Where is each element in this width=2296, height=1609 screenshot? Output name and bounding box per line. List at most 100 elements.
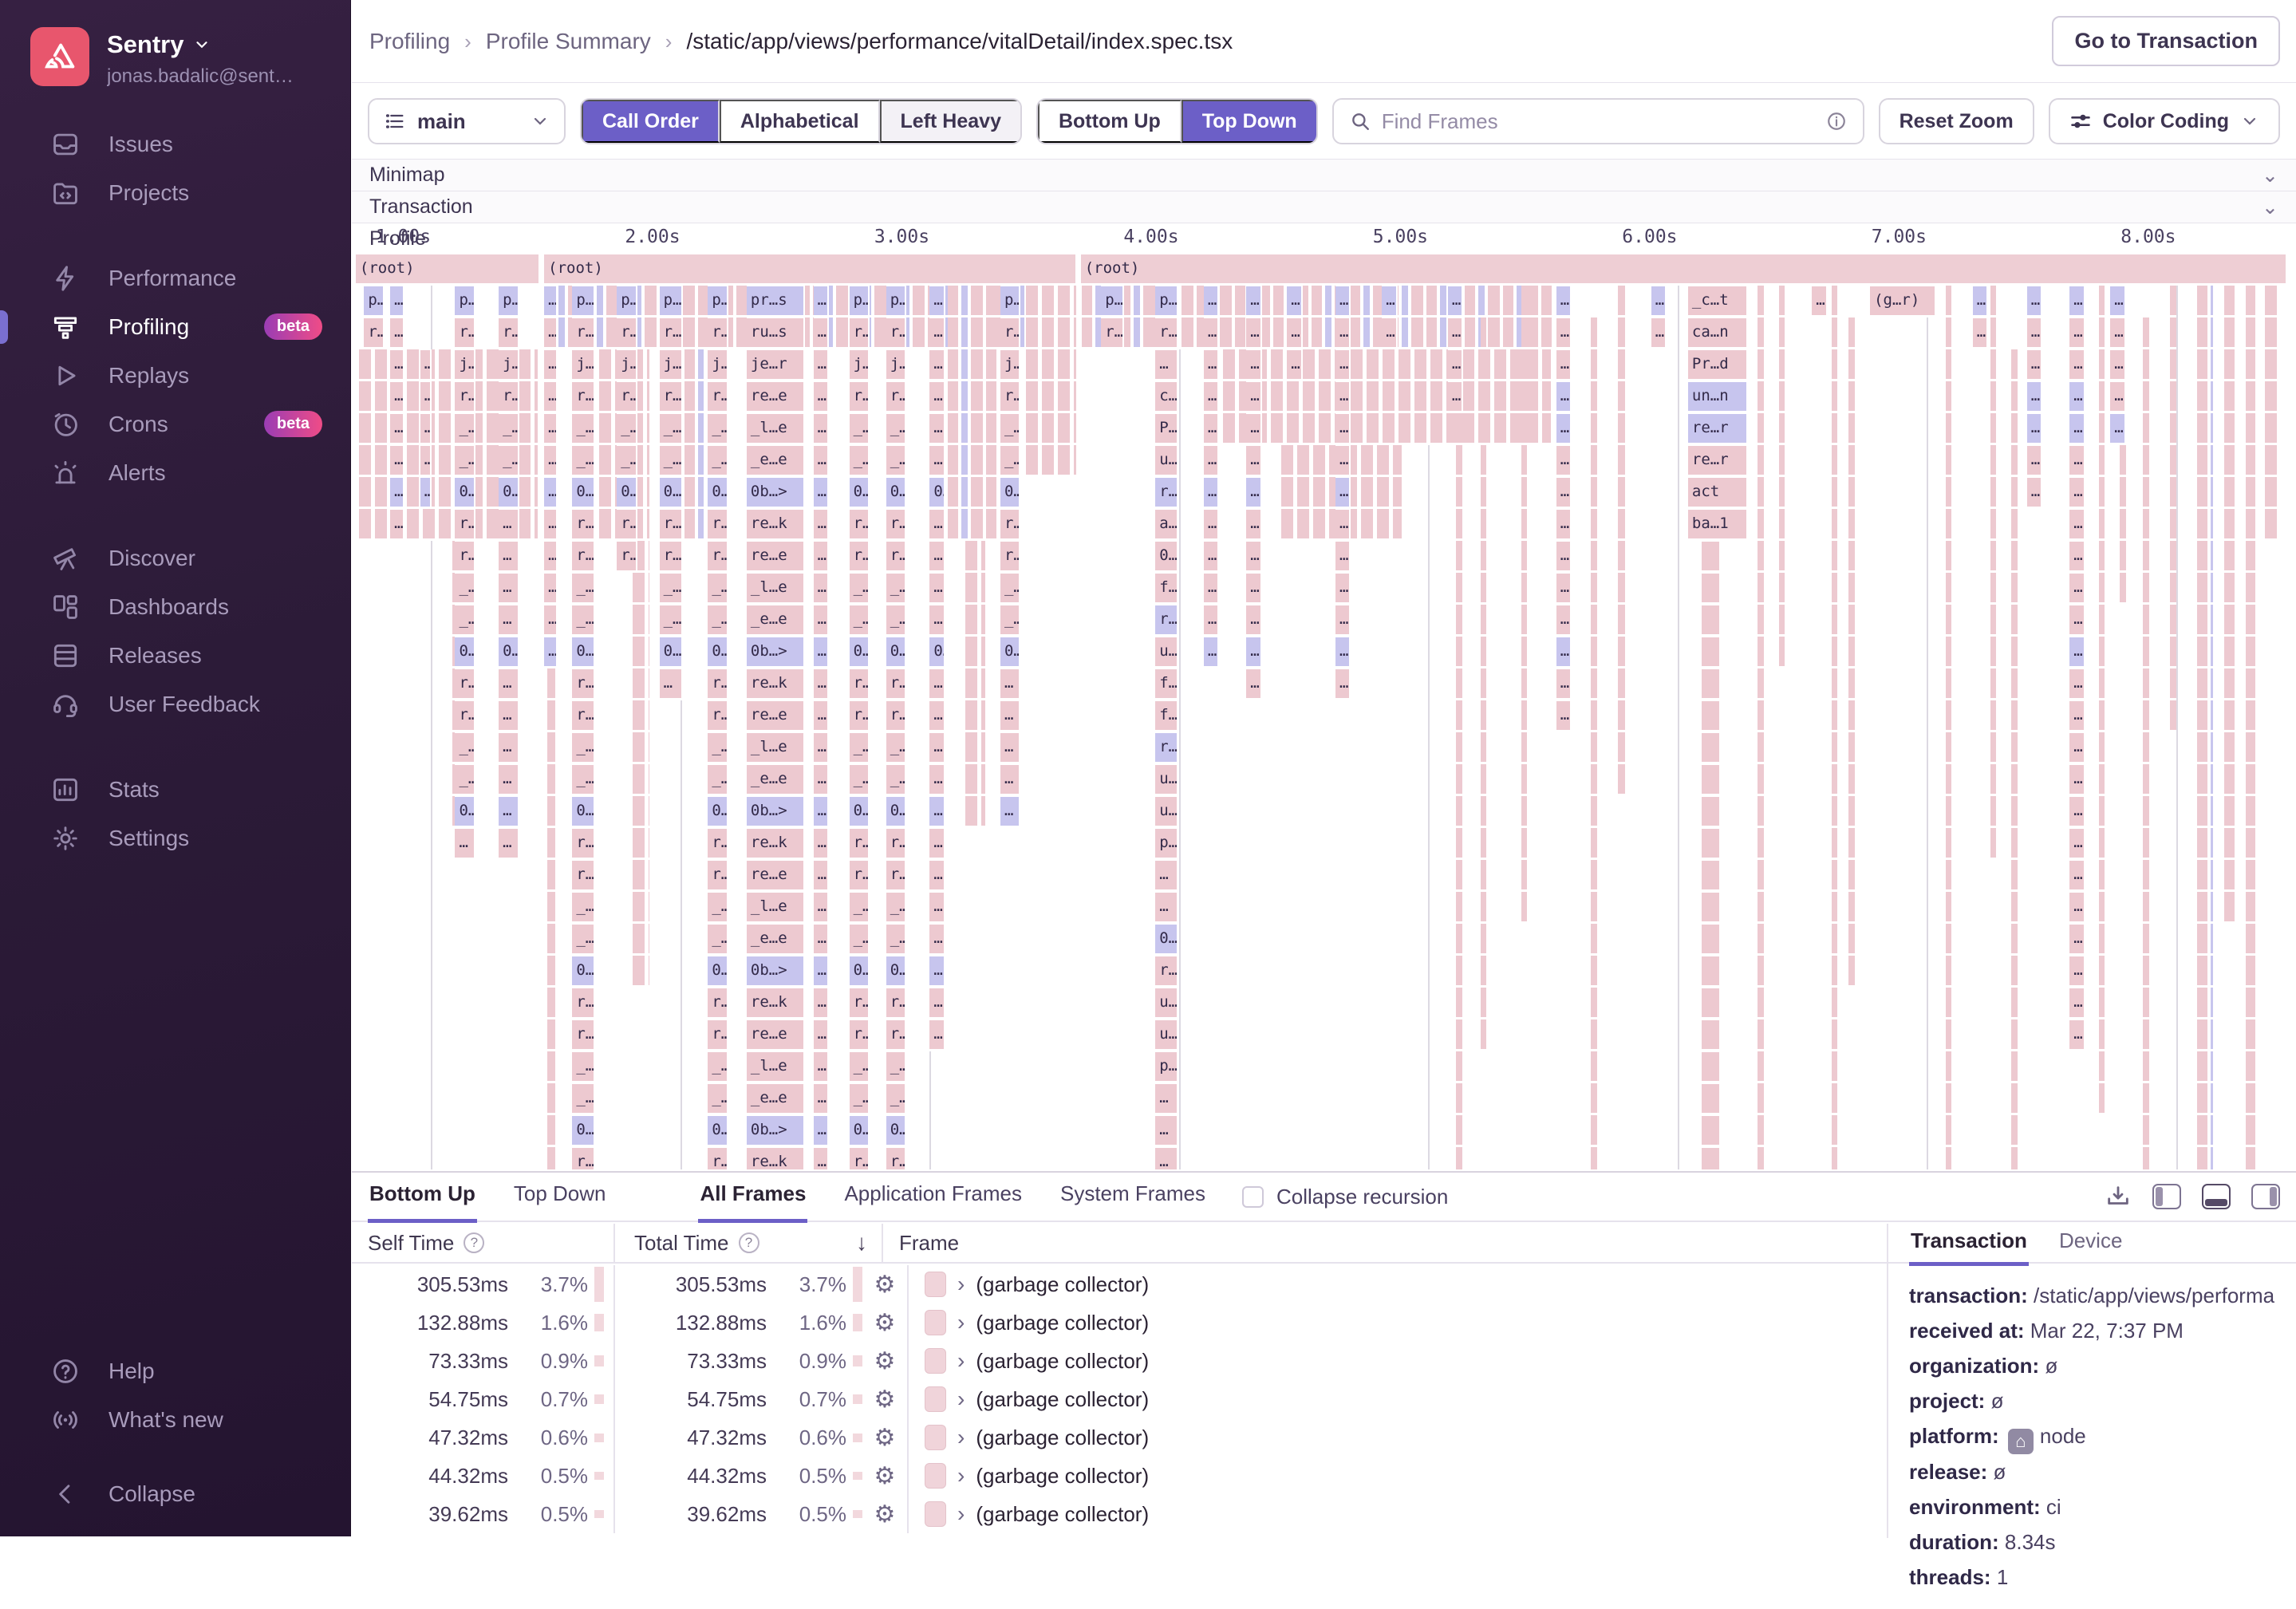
flame-cell[interactable]: … — [1556, 573, 1572, 605]
flame-cell[interactable]: … — [2110, 317, 2125, 349]
flame-cell[interactable]: … — [1246, 668, 1261, 700]
flame-cell[interactable] — [1702, 573, 1721, 605]
flame-cell[interactable]: … — [814, 796, 829, 828]
flame-cell[interactable]: … — [2027, 317, 2042, 349]
flame-cell[interactable]: … — [814, 349, 829, 381]
flame-cell[interactable]: … — [1204, 477, 1219, 509]
flame-cell[interactable]: r…s — [572, 317, 595, 349]
flame-cell[interactable]: _… — [708, 445, 728, 477]
sidebar-item-collapse[interactable]: Collapse — [0, 1469, 351, 1518]
flame-cell[interactable]: r… — [850, 509, 870, 541]
flame-cell[interactable]: (g…r) — [1870, 286, 1936, 317]
flame-cell[interactable]: … — [814, 1115, 829, 1147]
sidebar-item-discover[interactable]: Discover — [0, 534, 351, 582]
flame-cell[interactable]: … — [2069, 988, 2085, 1019]
flame-cell[interactable]: r… — [617, 381, 637, 413]
flame-cell[interactable]: j… — [499, 349, 519, 381]
flame-cell[interactable]: p… — [1155, 828, 1178, 860]
flame-cell[interactable]: … — [2069, 956, 2085, 988]
flame-cell[interactable]: … — [1204, 573, 1219, 605]
flame-cell[interactable]: … — [1556, 317, 1572, 349]
flame-cell[interactable]: r… — [572, 860, 595, 892]
flame-cell[interactable]: … — [1000, 796, 1020, 828]
sidebar-item-settings[interactable]: Settings — [0, 814, 351, 862]
flame-cell[interactable]: … — [929, 988, 945, 1019]
flame-cell[interactable]: … — [2069, 796, 2085, 828]
flame-cell[interactable]: … — [1335, 381, 1351, 413]
flame-cell[interactable] — [1702, 700, 1721, 732]
flame-cell[interactable]: … — [420, 413, 432, 445]
flame-cell[interactable]: r… — [886, 700, 906, 732]
flame-cell[interactable]: _… — [572, 1051, 595, 1083]
flame-cell[interactable]: … — [1556, 349, 1572, 381]
flame-cell[interactable]: … — [1155, 1147, 1178, 1169]
expand-chevron-icon[interactable]: › — [957, 1310, 965, 1335]
flame-cell[interactable]: … — [1204, 317, 1219, 349]
flame-cell[interactable]: r… — [572, 700, 595, 732]
flame-cell[interactable]: 0b…> — [747, 637, 805, 668]
flame-cell[interactable]: _… — [850, 605, 870, 637]
flame-cell[interactable]: … — [1556, 668, 1572, 700]
flame-cell[interactable]: r… — [850, 860, 870, 892]
frame-name[interactable]: (garbage collector) — [976, 1502, 1149, 1527]
flame-cell[interactable]: 0… — [455, 477, 475, 509]
flame-cell[interactable]: _… — [708, 1083, 728, 1115]
flame-cell[interactable]: … — [1000, 668, 1020, 700]
flame-cell[interactable]: … — [1204, 381, 1219, 413]
flame-cell[interactable]: _… — [708, 924, 728, 956]
flame-cell[interactable] — [1702, 668, 1721, 700]
flame-cell[interactable]: j…r — [660, 349, 683, 381]
flame-cell[interactable]: … — [1556, 381, 1572, 413]
flame-cell[interactable] — [1702, 988, 1721, 1019]
transaction-section-header[interactable]: Transaction ⌄ — [352, 191, 2296, 223]
flame-cell[interactable] — [1702, 1147, 1721, 1169]
flame-cell[interactable]: u… — [1155, 988, 1178, 1019]
flame-cell[interactable]: … — [929, 668, 945, 700]
flame-cell[interactable]: _… — [886, 732, 906, 764]
expand-chevron-icon[interactable]: › — [957, 1501, 965, 1527]
flame-cell[interactable]: _l…e — [747, 732, 805, 764]
total-time-column-header[interactable]: Total Time? ↓ — [615, 1224, 883, 1262]
flame-cell[interactable]: … — [2069, 668, 2085, 700]
sidebar-item-user-feedback[interactable]: User Feedback — [0, 680, 351, 728]
flame-cell[interactable]: r… — [572, 668, 595, 700]
flame-cell[interactable]: … — [1335, 413, 1351, 445]
flame-cell[interactable]: … — [1246, 445, 1261, 477]
sidebar-item-crons[interactable]: Cronsbeta — [0, 400, 351, 448]
flame-cell[interactable]: r… — [708, 317, 728, 349]
flame-cell[interactable]: _… — [572, 605, 595, 637]
reset-zoom-button[interactable]: Reset Zoom — [1879, 98, 2034, 144]
flame-cell[interactable]: r… — [572, 1019, 595, 1051]
flame-cell[interactable]: … — [2069, 700, 2085, 732]
flame-cell[interactable]: p…s — [660, 286, 683, 317]
flame-cell[interactable]: r… — [886, 988, 906, 1019]
flame-cell[interactable] — [1702, 605, 1721, 637]
sort-descending-icon[interactable]: ↓ — [856, 1230, 867, 1256]
flame-cell[interactable]: j… — [617, 349, 637, 381]
flame-cell[interactable]: … — [499, 732, 519, 764]
flame-cell[interactable]: … — [2027, 349, 2042, 381]
flame-cell[interactable]: r… — [455, 509, 475, 541]
flame-cell[interactable]: r… — [886, 1147, 906, 1169]
flame-cell[interactable]: … — [1556, 413, 1572, 445]
frame-settings-gear-icon[interactable]: ⚙ — [862, 1424, 907, 1452]
flame-cell[interactable]: j… — [708, 349, 728, 381]
flame-cell[interactable]: … — [2069, 317, 2085, 349]
flame-cell[interactable]: … — [1246, 637, 1261, 668]
flame-cell[interactable]: … — [2110, 286, 2125, 317]
flame-cell[interactable]: _… — [1000, 445, 1020, 477]
flame-cell[interactable]: p… — [886, 286, 906, 317]
flame-cell[interactable]: _… — [850, 1051, 870, 1083]
flame-cell[interactable]: r… — [660, 509, 683, 541]
flame-cell[interactable]: … — [814, 764, 829, 796]
sidebar-item-profiling[interactable]: Profilingbeta — [0, 302, 351, 351]
flame-cell[interactable]: p… — [455, 286, 475, 317]
flame-cell[interactable]: 0… — [499, 637, 519, 668]
flame-cell[interactable]: p…s — [1155, 286, 1178, 317]
flame-cell[interactable]: … — [929, 732, 945, 764]
flame-cell[interactable]: p… — [617, 286, 637, 317]
sidebar-item-replays[interactable]: Replays — [0, 351, 351, 400]
flame-cell[interactable]: _… — [660, 573, 683, 605]
flame-cell[interactable]: _… — [455, 413, 475, 445]
flame-cell[interactable]: p… — [708, 286, 728, 317]
